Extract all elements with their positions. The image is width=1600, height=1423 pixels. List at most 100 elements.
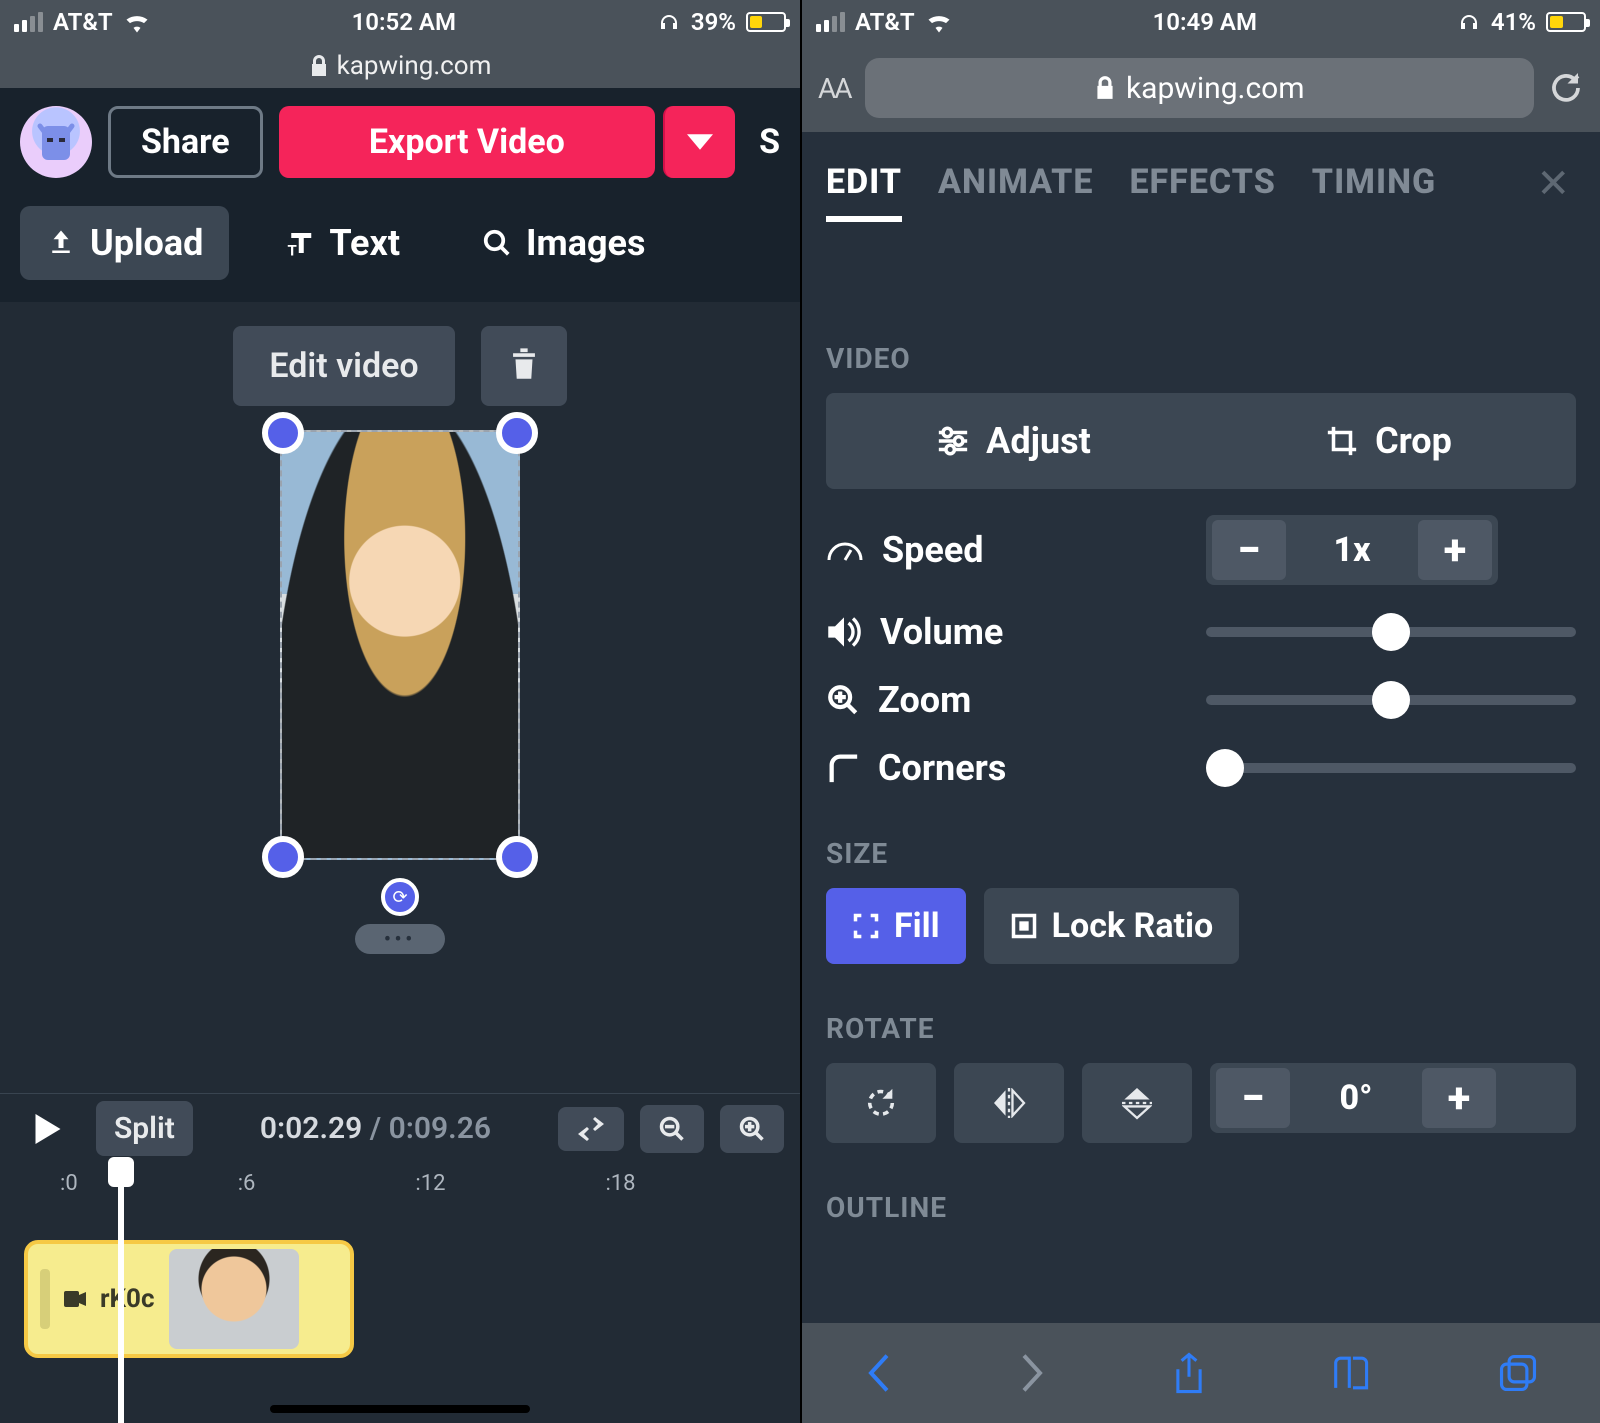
headphones-icon xyxy=(1457,10,1481,34)
video-actions: Adjust Crop xyxy=(826,393,1576,489)
flip-vertical-button[interactable] xyxy=(1082,1063,1192,1143)
section-size-label: SIZE xyxy=(826,837,1576,870)
swap-icon xyxy=(576,1117,606,1141)
reload-button[interactable] xyxy=(1548,70,1584,106)
section-video-label: VIDEO xyxy=(826,342,1576,375)
home-indicator xyxy=(270,1405,530,1413)
crop-label: Crop xyxy=(1375,420,1452,462)
play-icon xyxy=(34,1114,62,1144)
truncated-text: S xyxy=(759,122,780,162)
browser-tabs-button[interactable] xyxy=(1499,1354,1537,1392)
adjust-button[interactable]: Adjust xyxy=(826,393,1201,489)
tab-text[interactable]: T Text xyxy=(259,206,426,280)
rotate-plus-button[interactable]: + xyxy=(1422,1068,1496,1128)
volume-icon xyxy=(826,616,862,648)
reader-mode-button[interactable]: AA xyxy=(818,72,851,105)
speed-minus-button[interactable]: − xyxy=(1212,520,1286,580)
split-button[interactable]: Split xyxy=(96,1101,193,1156)
zoom-out-icon xyxy=(658,1115,686,1143)
edit-video-button[interactable]: Edit video xyxy=(233,326,454,406)
tab-timing[interactable]: TIMING xyxy=(1312,162,1436,222)
corners-label: Corners xyxy=(878,747,1006,789)
export-dropdown-button[interactable] xyxy=(663,106,735,178)
svg-text:T: T xyxy=(288,242,297,259)
resize-handle-tl[interactable] xyxy=(262,412,304,454)
browser-forward-button[interactable] xyxy=(1018,1353,1046,1393)
share-button[interactable]: Share xyxy=(108,106,263,178)
lock-ratio-button[interactable]: Lock Ratio xyxy=(984,888,1240,964)
browser-back-button[interactable] xyxy=(865,1353,893,1393)
clip-thumbnail xyxy=(169,1249,299,1349)
drag-handle[interactable]: ••• xyxy=(355,924,445,954)
resize-handle-tr[interactable] xyxy=(496,412,538,454)
export-video-button[interactable]: Export Video xyxy=(279,106,655,178)
timeline-clip[interactable]: rK0c xyxy=(24,1240,354,1358)
zoom-slider[interactable] xyxy=(1206,695,1576,705)
rotate-handle[interactable]: ⟳ xyxy=(381,878,419,916)
clip-grip-left[interactable] xyxy=(40,1269,50,1329)
search-icon xyxy=(482,228,512,258)
corners-slider[interactable] xyxy=(1206,763,1576,773)
video-clip[interactable]: ⟳ ••• xyxy=(280,430,520,860)
edit-tabs: EDIT ANIMATE EFFECTS TIMING xyxy=(826,162,1576,222)
carrier-label: AT&T xyxy=(855,8,915,36)
time-total: 0:09.26 xyxy=(389,1111,491,1146)
crop-button[interactable]: Crop xyxy=(1201,393,1576,489)
browser-url-bar[interactable]: kapwing.com xyxy=(0,44,800,88)
resize-handle-bl[interactable] xyxy=(262,836,304,878)
ruler-tick: :18 xyxy=(605,1171,635,1196)
zoom-label: Zoom xyxy=(878,679,971,721)
tab-images[interactable]: Images xyxy=(456,206,671,280)
camera-icon xyxy=(64,1291,86,1307)
volume-slider[interactable] xyxy=(1206,627,1576,637)
timeline[interactable]: :0 :6 :12 :18 rK0c xyxy=(0,1163,800,1423)
crop-icon xyxy=(1325,424,1359,458)
phone-right: AT&T 10:49 AM 41% AA kapwing.com ✕ EDIT … xyxy=(800,0,1600,1423)
rotate-minus-button[interactable]: − xyxy=(1216,1068,1290,1128)
speed-plus-button[interactable]: + xyxy=(1418,520,1492,580)
browser-share-button[interactable] xyxy=(1172,1352,1206,1394)
battery-icon xyxy=(746,12,786,32)
avatar[interactable] xyxy=(20,106,92,178)
tab-animate[interactable]: ANIMATE xyxy=(938,162,1093,222)
upload-icon xyxy=(46,228,76,258)
browser-url-bar: AA kapwing.com xyxy=(802,44,1600,132)
lock-ratio-icon xyxy=(1010,912,1038,940)
media-tabs: Upload T Text Images xyxy=(0,196,800,302)
video-thumbnail xyxy=(282,432,518,858)
battery-pct: 39% xyxy=(691,8,736,36)
fill-button[interactable]: Fill xyxy=(826,888,966,964)
browser-bookmarks-button[interactable] xyxy=(1332,1355,1374,1391)
speed-icon xyxy=(826,537,864,563)
url-pill[interactable]: kapwing.com xyxy=(865,58,1534,118)
transport-bar: Split 0:02.29 / 0:09.26 xyxy=(0,1093,800,1163)
delete-button[interactable] xyxy=(481,326,567,406)
battery-pct: 41% xyxy=(1491,8,1536,36)
tab-effects[interactable]: EFFECTS xyxy=(1129,162,1275,222)
tab-edit[interactable]: EDIT xyxy=(826,162,902,222)
playhead[interactable] xyxy=(118,1163,124,1423)
lock-ratio-label: Lock Ratio xyxy=(1052,906,1214,946)
zoom-in-button[interactable] xyxy=(720,1105,784,1153)
wifi-icon xyxy=(925,11,953,33)
canvas-area[interactable]: Edit video ⟳ ••• xyxy=(0,302,800,1093)
swap-button[interactable] xyxy=(558,1107,624,1151)
rotate-stepper: − 0° + xyxy=(1210,1063,1576,1133)
adjust-icon xyxy=(936,426,970,456)
clock: 10:52 AM xyxy=(352,8,456,36)
play-button[interactable] xyxy=(16,1104,80,1154)
row-volume: Volume xyxy=(826,611,1576,653)
flip-horizontal-button[interactable] xyxy=(954,1063,1064,1143)
speed-stepper: − 1x + xyxy=(1206,515,1498,585)
row-speed: Speed − 1x + xyxy=(826,515,1576,585)
zoom-out-button[interactable] xyxy=(640,1105,704,1153)
row-zoom: Zoom xyxy=(826,679,1576,721)
status-bar: AT&T 10:52 AM 39% xyxy=(0,0,800,44)
tab-upload[interactable]: Upload xyxy=(20,206,229,280)
resize-handle-br[interactable] xyxy=(496,836,538,878)
ruler-tick: :0 xyxy=(60,1171,78,1196)
close-button[interactable]: ✕ xyxy=(1536,160,1570,207)
corners-icon xyxy=(826,751,860,785)
fill-label: Fill xyxy=(894,906,940,946)
rotate-cw-button[interactable] xyxy=(826,1063,936,1143)
